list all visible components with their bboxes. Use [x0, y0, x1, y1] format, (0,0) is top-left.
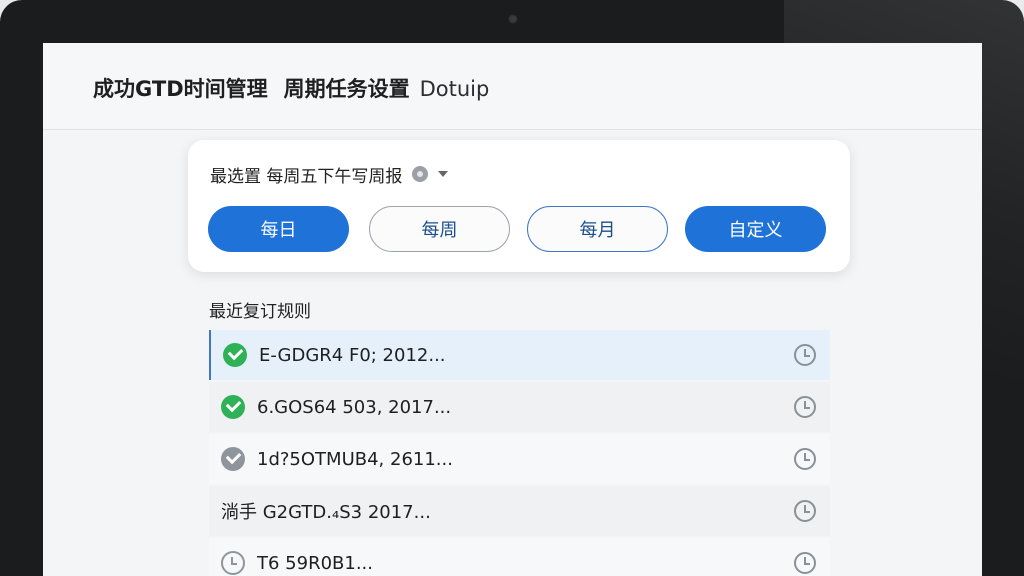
recent-rules-title: 最近复订规则 [209, 302, 311, 322]
rule-text: E-GDGR4 F0; 2012... [259, 344, 446, 366]
list-item[interactable]: 淌手 G2GTD.₄S3 2017... [209, 486, 830, 536]
frequency-card: 最选置 每周五下午写周报 每日 每周 每月 自定义 [188, 140, 850, 272]
laptop-bezel: 成功GTD时间管理 周期任务设置 Dotuip 最选置 每周五下午写周报 每日 每周… [0, 0, 1024, 576]
page-subtitle: 周期任务设置 [283, 77, 410, 101]
clock-icon[interactable] [794, 396, 816, 418]
list-item[interactable]: E-GDGR4 F0; 2012... [209, 330, 830, 380]
page-title: 成功GTD时间管理 周期任务设置 Dotuip [93, 73, 489, 103]
clock-icon[interactable] [794, 552, 816, 574]
app-title-text: 成功GTD时间管理 [93, 77, 268, 101]
frequency-weekly-button[interactable]: 每周 [369, 206, 510, 252]
frequency-weekly-label: 每周 [421, 220, 458, 241]
app-header: 成功GTD时间管理 周期任务设置 Dotuip [43, 43, 982, 130]
frequency-custom-label: 自定义 [728, 220, 783, 241]
chevron-down-icon[interactable] [438, 171, 449, 177]
list-item[interactable]: 6.GOS64 503, 2017... [209, 382, 830, 432]
app-screen: 成功GTD时间管理 周期任务设置 Dotuip 最选置 每周五下午写周报 每日 每周… [43, 43, 982, 576]
check-circle-icon [221, 395, 245, 419]
preset-selector[interactable]: 最选置 每周五下午写周报 [210, 162, 449, 187]
info-icon[interactable] [412, 166, 429, 182]
clock-status-icon [221, 551, 245, 575]
rule-text: 1d?5OTMUB4, 2611... [257, 448, 453, 470]
check-circle-icon [223, 343, 247, 367]
frequency-daily-button[interactable]: 每日 [208, 206, 349, 252]
frequency-monthly-label: 每月 [579, 220, 616, 241]
list-item[interactable]: 1d?5OTMUB4, 2611... [209, 434, 830, 484]
check-circle-muted-icon [221, 447, 245, 471]
clock-icon[interactable] [794, 448, 816, 470]
clock-icon[interactable] [794, 344, 816, 366]
rule-text: T6 59R0B1... [257, 552, 373, 574]
frequency-custom-button[interactable]: 自定义 [685, 206, 826, 252]
rule-text: 淌手 G2GTD.₄S3 2017... [221, 502, 431, 523]
webcam [508, 14, 518, 24]
brand-label: Dotuip [419, 77, 490, 101]
rule-text: 6.GOS64 503, 2017... [257, 396, 452, 418]
frequency-monthly-button[interactable]: 每月 [527, 206, 668, 252]
preset-label: 最选置 每周五下午写周报 [210, 166, 403, 187]
frequency-daily-label: 每日 [260, 220, 297, 241]
clock-icon[interactable] [794, 500, 816, 522]
list-item[interactable]: T6 59R0B1... [209, 538, 830, 576]
